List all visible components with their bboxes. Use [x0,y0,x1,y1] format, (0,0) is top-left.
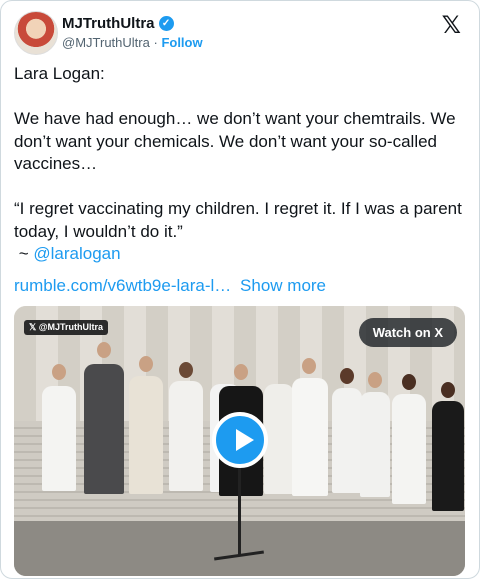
person [332,388,362,493]
tweet-line1: Lara Logan: [14,64,105,83]
person-head [139,356,153,372]
video-watermark: 𝕏 @MJTruthUltra [24,320,109,335]
author-handle-row: @MJTruthUltra · Follow [62,35,203,50]
tweet-card[interactable]: MJTruthUltra ✓ @MJTruthUltra · Follow 𝕏 … [0,0,480,579]
play-button[interactable] [212,412,268,468]
person-head [402,374,416,390]
speaker-head [234,364,248,380]
person-head [340,368,354,384]
tweet-header: MJTruthUltra ✓ @MJTruthUltra · Follow 𝕏 [14,11,469,55]
person [129,376,163,494]
x-logo-icon[interactable]: 𝕏 [442,11,461,39]
separator: · [153,35,158,50]
person [360,392,390,497]
watch-on-x-button[interactable]: Watch on X [358,318,457,347]
author-name-row: MJTruthUltra ✓ [62,15,174,32]
follow-button[interactable]: Follow [161,35,202,50]
tweet-paragraph1: We have had enough… we don’t want your c… [14,109,461,173]
person [432,401,464,511]
person [84,364,124,494]
person-head [368,372,382,388]
person-head [179,362,193,378]
tweet-text: Lara Logan: We have had enough… we don’t… [14,63,469,266]
person-head [302,358,316,374]
mention-link[interactable]: @laralogan [33,244,120,263]
external-link[interactable]: rumble.com/v6wtb9e-lara-l… [14,276,231,295]
person [42,386,76,491]
person [292,378,328,496]
person [264,384,294,494]
show-more-link[interactable]: Show more [240,276,326,295]
author-handle[interactable]: @MJTruthUltra [62,35,150,50]
avatar[interactable] [14,11,58,55]
video-player[interactable]: 𝕏 @MJTruthUltra Watch on X [14,306,465,576]
person-head [441,382,455,398]
tweet-link-line: rumble.com/v6wtb9e-lara-l… Show more [14,276,326,296]
microphone-stand [238,466,241,556]
person [169,381,203,491]
attribution-prefix: ~ [14,244,34,263]
author-display-name[interactable]: MJTruthUltra [62,15,155,32]
person [392,394,426,504]
person-head [52,364,66,380]
person-head [97,342,111,358]
tweet-quote: “I regret vaccinating my children. I reg… [14,199,467,241]
play-icon [236,429,254,451]
verified-badge-icon: ✓ [158,16,174,31]
